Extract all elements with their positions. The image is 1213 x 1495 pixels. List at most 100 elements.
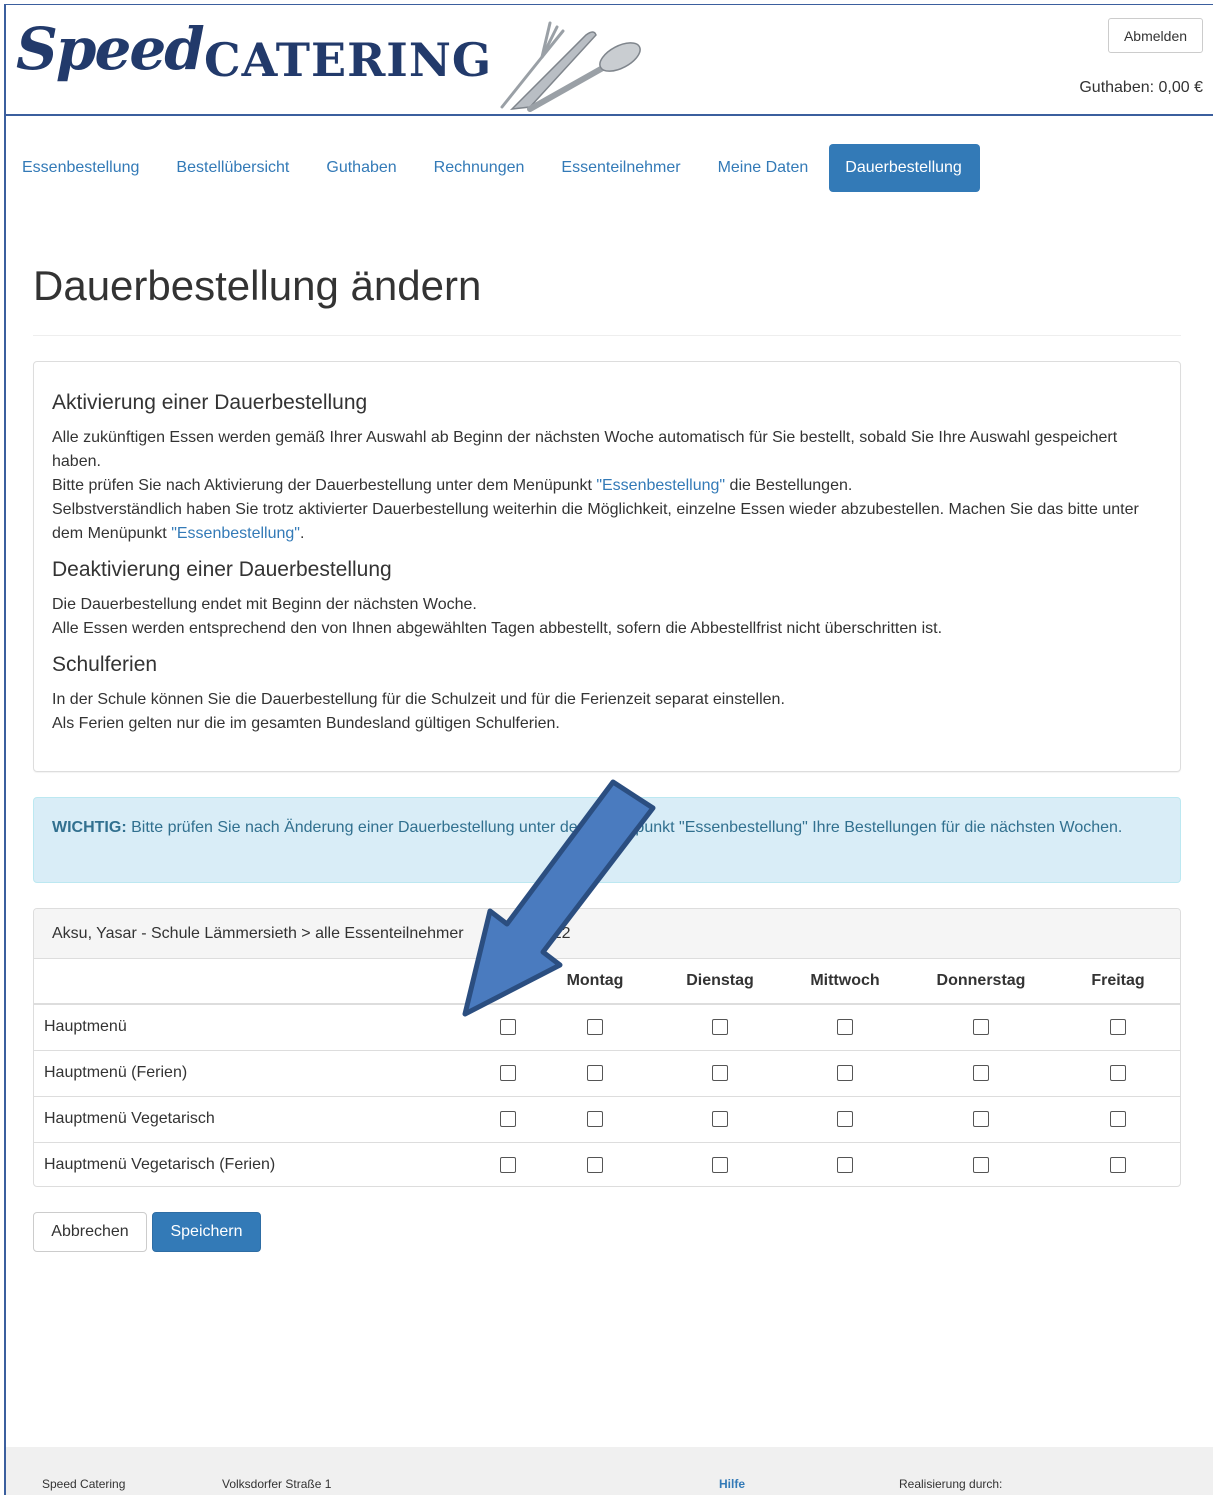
page-title: Dauerbestellung ändern — [33, 262, 482, 309]
checkbox-hauptmenue-montag[interactable] — [587, 1019, 603, 1036]
footer-help-link[interactable]: Hilfe — [719, 1477, 745, 1491]
holidays-heading: Schulferien — [52, 653, 158, 676]
checkbox-cell — [404, 1003, 534, 1050]
table-row: Hauptmenü — [34, 1003, 1180, 1050]
checkbox-cell — [656, 1095, 784, 1142]
checkbox-cell — [784, 1049, 906, 1096]
checkbox-hauptmenue-ferien-dienstag[interactable] — [712, 1064, 728, 1081]
checkbox-hauptmenue-ferien-freitag[interactable] — [1110, 1064, 1126, 1081]
column-header-mittwoch: Mittwoch — [784, 959, 906, 1005]
nav-item-essenbestellung[interactable]: Essenbestellung — [6, 144, 157, 192]
checkbox-hauptmenue-ferien-montag[interactable] — [587, 1064, 603, 1081]
cancel-button[interactable]: Abbrechen — [33, 1212, 147, 1252]
nav-item-bestelluebersicht[interactable]: Bestellübersicht — [160, 144, 307, 192]
deactivation-paragraph-2: Alle Essen werden entsprechend den von I… — [52, 620, 943, 637]
table-row: Hauptmenü (Ferien) — [34, 1049, 1180, 1096]
checkbox-vegetarisch-mittwoch[interactable] — [837, 1110, 853, 1127]
activation-paragraph-2-pre: Bitte prüfen Sie nach Aktivierung der Da… — [52, 477, 597, 494]
checkbox-hauptmenue-ferien-alle[interactable] — [500, 1064, 516, 1081]
column-header-montag: Montag — [534, 959, 656, 1005]
checkbox-cell — [906, 1141, 1056, 1186]
checkbox-cell — [656, 1141, 784, 1186]
nav-item-guthaben[interactable]: Guthaben — [310, 144, 414, 192]
nav-item-essenteilnehmer[interactable]: Essenteilnehmer — [545, 144, 698, 192]
footer-address: Volksdorfer Straße 1 — [222, 1477, 332, 1491]
checkbox-cell — [784, 1095, 906, 1142]
checkbox-vegetarisch-donnerstag[interactable] — [973, 1110, 989, 1127]
checkbox-vegetarisch-ferien-mittwoch[interactable] — [837, 1157, 853, 1174]
column-header-menu — [34, 959, 404, 1005]
table-row: Hauptmenü Vegetarisch — [34, 1095, 1180, 1142]
checkbox-vegetarisch-freitag[interactable] — [1110, 1110, 1126, 1127]
important-alert: WICHTIG: Bitte prüfen Sie nach Änderung … — [33, 797, 1181, 883]
checkbox-cell — [404, 1141, 534, 1186]
activation-paragraph-1: Alle zukünftigen Essen werden gemäß Ihre… — [52, 429, 1118, 470]
checkbox-hauptmenue-freitag[interactable] — [1110, 1019, 1126, 1036]
checkbox-hauptmenue-alle[interactable] — [500, 1019, 516, 1036]
logo-speed-text: Speed — [16, 15, 205, 83]
checkbox-hauptmenue-ferien-mittwoch[interactable] — [837, 1064, 853, 1081]
checkbox-cell — [534, 1095, 656, 1142]
nav-item-dauerbestellung[interactable]: Dauerbestellung — [829, 144, 980, 192]
order-heading-end: 8.2022 — [521, 924, 571, 942]
essenbestellung-link[interactable]: "Essenbestellung" — [596, 477, 725, 494]
nav-item-rechnungen[interactable]: Rechnungen — [418, 144, 543, 192]
checkbox-vegetarisch-alle[interactable] — [500, 1110, 516, 1127]
checkbox-cell — [784, 1141, 906, 1186]
logo-catering-text: CATERING — [204, 33, 493, 87]
checkbox-vegetarisch-ferien-alle[interactable] — [500, 1157, 516, 1174]
footer: Speed Catering Volksdorfer Straße 1 Hilf… — [6, 1447, 1213, 1495]
deactivation-heading: Deaktivierung einer Dauerbestellung — [52, 558, 392, 581]
essenbestellung-link-2[interactable]: "Essenbestellung" — [171, 525, 300, 542]
logo[interactable]: Speed CATERING — [12, 11, 652, 112]
deactivation-text: Die Dauerbestellung endet mit Beginn der… — [52, 593, 1162, 641]
checkbox-cell — [784, 1003, 906, 1050]
info-panel: Aktivierung einer Dauerbestellung Alle z… — [33, 361, 1181, 772]
checkbox-hauptmenue-mittwoch[interactable] — [837, 1019, 853, 1036]
checkbox-cell — [1056, 1095, 1180, 1142]
checkbox-vegetarisch-ferien-dienstag[interactable] — [712, 1157, 728, 1174]
activation-paragraph-2-post: die Bestellungen. — [725, 477, 853, 494]
checkbox-cell — [534, 1141, 656, 1186]
checkbox-hauptmenue-ferien-donnerstag[interactable] — [973, 1064, 989, 1081]
holidays-paragraph-2: Als Ferien gelten nur die im gesamten Bu… — [52, 715, 560, 732]
table-row: Hauptmenü Vegetarisch (Ferien) — [34, 1141, 1180, 1186]
checkbox-vegetarisch-montag[interactable] — [587, 1110, 603, 1127]
checkbox-cell — [656, 1003, 784, 1050]
checkbox-cell — [534, 1003, 656, 1050]
holidays-text: In der Schule können Sie die Dauerbestel… — [52, 688, 1162, 736]
order-heading-start: Aksu, Yasar - Schule Lämmersieth > alle … — [52, 924, 464, 942]
main-nav: Essenbestellung Bestellübersicht Guthabe… — [6, 144, 983, 192]
order-table: Alle Montag Dienstag Mittwoch Donnerstag… — [34, 959, 1180, 1186]
row-label: Hauptmenü Vegetarisch — [34, 1095, 404, 1142]
activation-paragraph-3-post: . — [299, 525, 305, 542]
column-header-donnerstag: Donnerstag — [906, 959, 1056, 1005]
checkbox-vegetarisch-ferien-freitag[interactable] — [1110, 1157, 1126, 1174]
checkbox-vegetarisch-ferien-donnerstag[interactable] — [973, 1157, 989, 1174]
column-header-freitag: Freitag — [1056, 959, 1180, 1005]
alert-strong: WICHTIG: — [52, 819, 127, 836]
logout-button[interactable]: Abmelden — [1108, 18, 1203, 53]
checkbox-vegetarisch-dienstag[interactable] — [712, 1110, 728, 1127]
table-header-row: Alle Montag Dienstag Mittwoch Donnerstag… — [34, 959, 1180, 1005]
nav-item-meine-daten[interactable]: Meine Daten — [702, 144, 827, 192]
activation-heading: Aktivierung einer Dauerbestellung — [52, 391, 368, 414]
checkbox-hauptmenue-dienstag[interactable] — [712, 1019, 728, 1036]
checkbox-cell — [1056, 1141, 1180, 1186]
checkbox-cell — [656, 1049, 784, 1096]
save-button[interactable]: Speichern — [152, 1212, 261, 1252]
alert-text: Bitte prüfen Sie nach Änderung einer Dau… — [126, 819, 1123, 836]
checkbox-cell — [906, 1003, 1056, 1050]
checkbox-hauptmenue-donnerstag[interactable] — [973, 1019, 989, 1036]
row-label: Hauptmenü (Ferien) — [34, 1049, 404, 1096]
order-panel-heading: Aksu, Yasar - Schule Lämmersieth > alle … — [34, 909, 1180, 959]
checkbox-cell — [534, 1049, 656, 1096]
checkbox-cell — [906, 1095, 1056, 1142]
order-panel: Aksu, Yasar - Schule Lämmersieth > alle … — [33, 908, 1181, 1187]
checkbox-vegetarisch-ferien-montag[interactable] — [587, 1157, 603, 1174]
deactivation-paragraph-1: Die Dauerbestellung endet mit Beginn der… — [52, 596, 477, 613]
checkbox-cell — [404, 1049, 534, 1096]
checkbox-cell — [1056, 1003, 1180, 1050]
title-divider — [33, 335, 1181, 336]
balance-text: Guthaben: 0,00 € — [1079, 79, 1203, 96]
